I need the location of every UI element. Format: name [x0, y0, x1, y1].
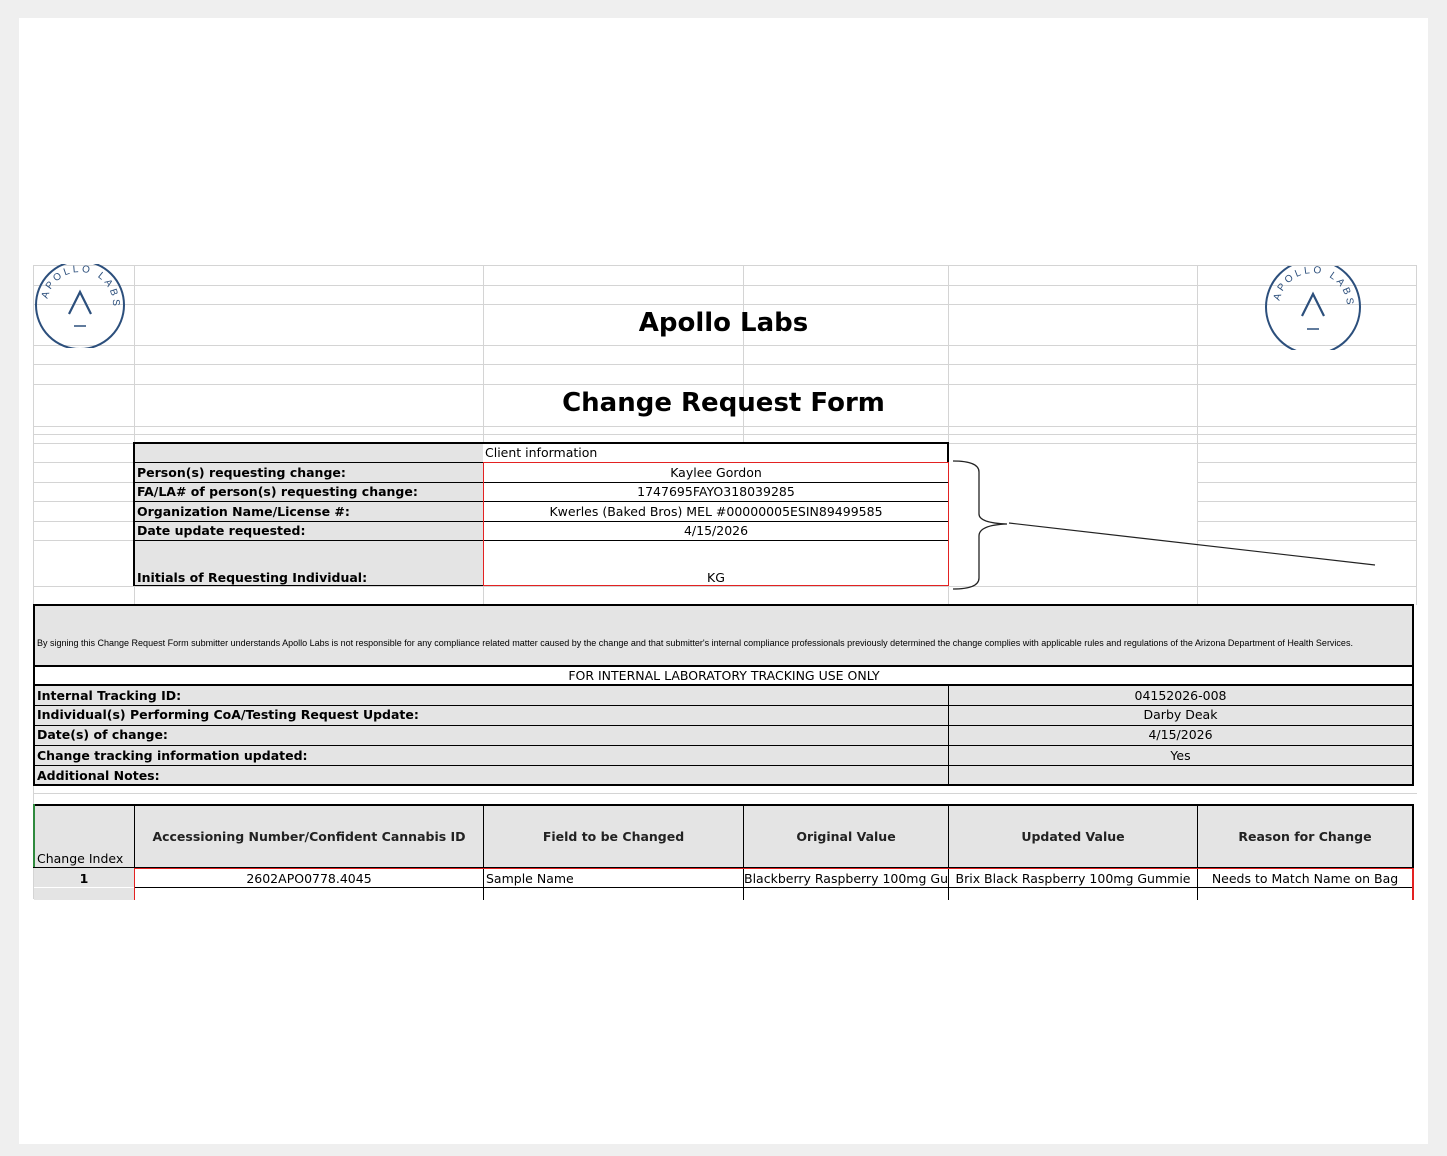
internal-label-performer: Individual(s) Performing CoA/Testing Req… — [37, 707, 419, 722]
logo-right-text: APOLLO LABS — [1272, 266, 1356, 308]
internal-value-dates[interactable]: 4/15/2026 — [949, 726, 1412, 744]
disclaimer-text: By signing this Change Request Form subm… — [37, 638, 1353, 648]
row1-field-to-change[interactable]: Sample Name — [486, 870, 743, 888]
internal-value-tracking-updated[interactable]: Yes — [949, 747, 1412, 765]
header-original-value: Original Value — [796, 829, 896, 844]
internal-value-performer[interactable]: Darby Deak — [949, 706, 1412, 724]
client-label-organization: Organization Name/License #: — [137, 504, 350, 519]
row1-updated-value[interactable]: Brix Black Raspberry 100mg Gummie — [949, 870, 1197, 888]
client-info-title: Client information — [485, 445, 598, 460]
client-value-organization[interactable]: Kwerles (Baked Bros) MEL #00000005ESIN89… — [484, 503, 948, 521]
client-value-date[interactable]: 4/15/2026 — [484, 522, 948, 540]
brace-annotation — [952, 460, 1376, 590]
row1-reason-for-change[interactable]: Needs to Match Name on Bag — [1198, 870, 1412, 888]
client-label-fa-la: FA/LA# of person(s) requesting change: — [137, 484, 418, 499]
row1-accessioning-number[interactable]: 2602APO0778.4045 — [135, 870, 483, 888]
internal-label-tracking-id: Internal Tracking ID: — [37, 688, 182, 703]
client-value-initials[interactable]: KG — [484, 569, 948, 587]
internal-section-title: FOR INTERNAL LABORATORY TRACKING USE ONL… — [568, 668, 880, 683]
header-accessioning-number: Accessioning Number/Confident Cannabis I… — [152, 829, 466, 844]
internal-label-tracking-updated: Change tracking information updated: — [37, 748, 308, 763]
header-change-index: Change Index — [37, 851, 124, 866]
header-reason-for-change: Reason for Change — [1238, 829, 1372, 844]
header-updated-value: Updated Value — [1021, 829, 1125, 844]
client-label-initials: Initials of Requesting Individual: — [137, 570, 368, 585]
disclaimer-area — [34, 606, 1414, 665]
spreadsheet-page: APOLLO LABS APOLLO LABS Apollo Labs Chan… — [19, 18, 1428, 1144]
form-title: Change Request Form — [562, 388, 885, 418]
internal-label-notes: Additional Notes: — [37, 768, 160, 783]
client-value-requester[interactable]: Kaylee Gordon — [484, 464, 948, 482]
internal-label-dates: Date(s) of change: — [37, 727, 168, 742]
client-label-requester: Person(s) requesting change: — [137, 465, 346, 480]
internal-value-tracking-id[interactable]: 04152026-008 — [949, 687, 1412, 705]
row1-change-index: 1 — [79, 871, 89, 886]
client-value-fa-la[interactable]: 1747695FAYO318039285 — [484, 483, 948, 501]
client-label-date: Date update requested: — [137, 523, 306, 538]
row1-original-value[interactable]: Blackberry Raspberry 100mg Gummie — [744, 870, 948, 888]
company-title: Apollo Labs — [638, 308, 809, 338]
header-field-to-change: Field to be Changed — [542, 829, 685, 844]
